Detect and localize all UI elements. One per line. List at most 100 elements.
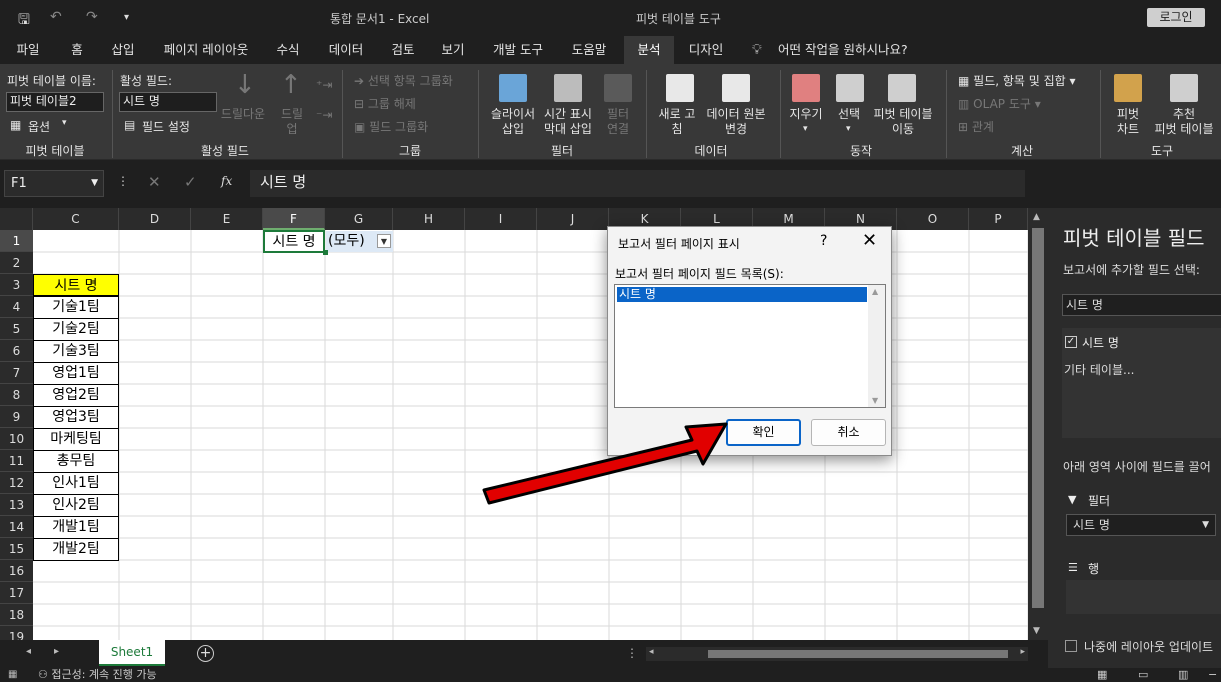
column-header-i[interactable]: I [465,208,537,230]
list-cell[interactable]: 총무팀 [33,450,119,473]
group-selection-button[interactable]: ➔ 선택 항목 그룹화 [354,72,453,89]
cancel-button[interactable]: 취소 [811,419,886,446]
ungroup-button[interactable]: ⊟ 그룹 해제 [354,95,416,112]
row-header-13[interactable]: 13 [0,494,33,516]
row-header-6[interactable]: 6 [0,340,33,362]
row-header-14[interactable]: 14 [0,516,33,538]
list-cell[interactable]: 영업2팀 [33,384,119,407]
row-header-17[interactable]: 17 [0,582,33,604]
row-header-18[interactable]: 18 [0,604,33,626]
column-header-g[interactable]: G [325,208,393,230]
list-scrollbar[interactable]: ▲ ▼ [868,285,885,407]
tab-page-layout[interactable]: 페이지 레이아웃 [156,36,256,64]
expand-field-icon[interactable]: ⁺⇥ [316,78,332,92]
row-header-15[interactable]: 15 [0,538,33,560]
field-name[interactable]: 시트 명 [1082,334,1119,351]
add-sheet-icon[interactable]: + [197,645,214,662]
cancel-icon[interactable]: ✕ [148,173,161,191]
tell-me-search[interactable]: 어떤 작업을 원하시나요? [778,36,918,64]
next-sheet-icon[interactable]: ▸ [54,646,59,657]
select-all-corner[interactable] [0,208,33,230]
row-header-5[interactable]: 5 [0,318,33,340]
row-header-4[interactable]: 4 [0,296,33,318]
field-search-input[interactable]: 시트 명 [1062,294,1221,316]
vertical-scrollbar[interactable]: ▲ ▼ [1028,208,1048,640]
name-box[interactable]: F1 ▼ [4,170,104,197]
scroll-up-icon[interactable]: ▲ [1033,212,1040,222]
row-header-2[interactable]: 2 [0,252,33,274]
cell-f1[interactable]: 시트 명 [263,230,325,253]
undo-icon[interactable]: ↶ [50,9,62,25]
column-header-j[interactable]: J [537,208,609,230]
fields-items-button[interactable]: ▦ 필드, 항목 및 집합 ▾ [958,72,1076,89]
row-header-12[interactable]: 12 [0,472,33,494]
scroll-down-icon[interactable]: ▼ [1033,626,1040,636]
h-scroll-thumb[interactable] [708,650,1008,658]
options-button[interactable]: 옵션 [28,118,50,135]
column-header-e[interactable]: E [191,208,263,230]
cell-c3-header[interactable]: 시트 명 [33,274,119,296]
row-header-19[interactable]: 19 [0,626,33,640]
tab-developer[interactable]: 개발 도구 [484,36,552,64]
rows-area[interactable] [1066,580,1221,614]
list-cell[interactable]: 개발1팀 [33,516,119,539]
olap-button[interactable]: ▥ OLAP 도구 ▾ [958,95,1041,112]
accessibility-status[interactable]: ⚇ 접근성: 계속 진행 가능 [38,668,157,682]
pivot-name-input[interactable]: 피벗 테이블2 [6,92,104,112]
page-layout-view-icon[interactable]: ▭ [1138,668,1148,682]
list-cell[interactable]: 인사1팀 [33,472,119,495]
collapse-field-icon[interactable]: ⁻⇥ [316,108,332,122]
tab-home[interactable]: 홈 [60,36,94,64]
field-settings-button[interactable]: 필드 설정 [142,118,190,135]
list-cell[interactable]: 영업1팀 [33,362,119,385]
sheet-tab-sheet1[interactable]: Sheet1 [99,640,165,666]
customize-qat-icon[interactable]: ▾ [124,12,129,23]
row-header-10[interactable]: 10 [0,428,33,450]
group-field-button[interactable]: ▣ 필드 그룹화 [354,118,428,135]
tab-design[interactable]: 디자인 [684,36,728,64]
change-source-button[interactable]: 데이터 원본 변경 [700,107,772,137]
tab-file[interactable]: 파일 [6,36,50,64]
horizontal-scrollbar[interactable]: ◂ ▸ [646,647,1028,661]
list-cell[interactable]: 영업3팀 [33,406,119,429]
tab-formulas[interactable]: 수식 [268,36,308,64]
move-pivot-button[interactable]: 피벗 테이블 이동 [868,107,938,137]
scroll-left-icon[interactable]: ◂ [649,647,654,657]
prev-sheet-icon[interactable]: ◂ [26,646,31,657]
column-header-h[interactable]: H [393,208,465,230]
row-header-7[interactable]: 7 [0,362,33,384]
row-header-16[interactable]: 16 [0,560,33,582]
refresh-button[interactable]: 새로 고 침 [652,107,702,137]
insert-timeline-button[interactable]: 시간 표시 막대 삽입 [538,107,598,137]
redo-icon[interactable]: ↷ [86,9,98,25]
recommended-pivot-button[interactable]: 추천 피벗 테이블 [1148,107,1220,137]
select-button[interactable]: 선택 [828,107,870,122]
other-tables-link[interactable]: 기타 테이블... [1064,361,1134,378]
normal-view-icon[interactable]: ▦ [1097,668,1107,682]
save-icon[interactable]: 🖫 [18,9,30,33]
list-cell[interactable]: 기술3팀 [33,340,119,363]
tab-review[interactable]: 검토 [384,36,422,64]
login-button[interactable]: 로그인 [1147,8,1205,27]
drill-down-button[interactable]: 드릴다운 [218,107,268,122]
active-field-input[interactable]: 시트 명 [119,92,217,112]
zoom-out-icon[interactable]: − [1208,668,1217,682]
tab-data[interactable]: 데이터 [322,36,370,64]
clear-button[interactable]: 지우기 [784,107,828,122]
row-header-8[interactable]: 8 [0,384,33,406]
macro-icon[interactable]: ▦ [8,668,17,682]
scroll-thumb[interactable] [1032,228,1044,608]
filter-dropdown-icon[interactable]: ▼ [377,234,391,248]
list-item[interactable]: 시트 명 [617,287,867,302]
filter-connections-button[interactable]: 필터 연결 [600,107,636,137]
list-cell[interactable]: 기술1팀 [33,296,119,319]
column-header-p[interactable]: P [969,208,1028,230]
column-header-d[interactable]: D [119,208,191,230]
column-header-c[interactable]: C [33,208,119,230]
drill-up-button[interactable]: 드릴 업 [272,107,312,137]
scroll-down-icon[interactable]: ▼ [872,396,878,405]
tab-view[interactable]: 보기 [434,36,472,64]
list-cell[interactable]: 마케팅팀 [33,428,119,451]
report-filter-field-list[interactable]: 시트 명 ▲ ▼ [614,284,886,408]
column-header-f[interactable]: F [263,208,325,230]
